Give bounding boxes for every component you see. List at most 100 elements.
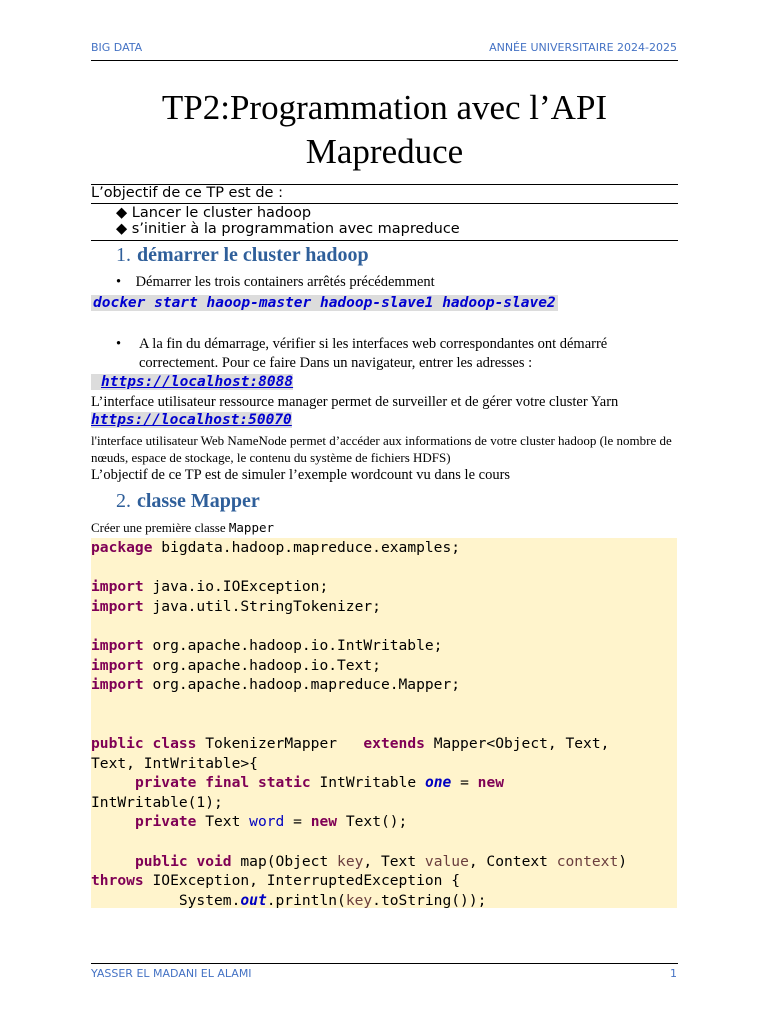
code-token: import [91, 597, 144, 615]
code-token: IntWritable(1); [91, 793, 223, 811]
section-title: démarrer le cluster hadoop [137, 244, 369, 266]
code-token: throws [91, 872, 144, 890]
diamond-bullet-icon: ◆ [116, 205, 132, 221]
bullet-icon: • [116, 336, 122, 352]
code-token: void [196, 852, 232, 870]
objective-intro: L’objectif de ce TP est de : [91, 185, 283, 201]
code-token: out [240, 891, 267, 909]
section-heading-2: 2. classe Mapper [116, 490, 260, 513]
code-token: package [91, 539, 153, 556]
code-token: one [424, 774, 452, 792]
section-number: 1. [116, 244, 131, 266]
code-token: key [345, 891, 373, 909]
code-token: , Context [468, 852, 557, 870]
code-token: public [91, 734, 144, 752]
page-number: 1 [670, 967, 677, 980]
code-token: Mapper<Object, Text, [424, 734, 610, 752]
code-token: final [205, 774, 250, 792]
code-token: .println( [266, 891, 346, 909]
section-title: classe Mapper [137, 490, 260, 512]
code-line: package bigdata.hadoop.mapreduce.example… [91, 538, 677, 558]
code-token: Text [196, 813, 250, 831]
code-token: IOException, InterruptedException { [143, 872, 461, 890]
code-line: public void map(Object key, Text value, … [91, 852, 677, 872]
bullet-text: A la fin du démarrage, vérifier si les i… [139, 336, 608, 371]
bullet-item: • Démarrer les trois containers arrêtés … [116, 274, 435, 291]
bullet-item: • A la fin du démarrage, vérifier si les … [116, 335, 656, 373]
code-line: IntWritable(1); [91, 793, 677, 813]
code-block: package bigdata.hadoop.mapreduce.example… [91, 538, 677, 911]
link1-description: L’interface utilisateur ressource manage… [91, 394, 619, 410]
footer-rule [91, 963, 678, 964]
code-token: public [134, 852, 188, 870]
intro-text: Créer une première classe [91, 520, 229, 535]
objective-item: ◆ Lancer le cluster hadoop [116, 205, 311, 221]
objective-text: s’initier à la programmation avec mapred… [131, 221, 460, 237]
code-line: import org.apache.hadoop.io.IntWritable; [91, 636, 677, 656]
code-token: TokenizerMapper [196, 734, 364, 752]
inline-code: Mapper [228, 520, 275, 535]
code-token: class [152, 734, 197, 752]
code-token: System. [91, 891, 241, 909]
code-token: word [249, 813, 285, 831]
code-token: value [424, 852, 469, 870]
diamond-bullet-icon: ◆ [116, 221, 132, 237]
header-rule [91, 60, 678, 61]
section-number: 2. [116, 490, 131, 512]
code-token: ) [618, 852, 628, 870]
code-token: = [451, 774, 478, 792]
code-token: new [477, 774, 505, 792]
link2-description: l'interface utilisateur Web NameNode per… [91, 433, 672, 465]
header-left: BIG DATA [91, 41, 143, 54]
code-token: import [91, 578, 144, 596]
code-token: import [91, 656, 144, 674]
code-line: Text, IntWritable>{ [91, 754, 677, 774]
objective-item: ◆ s’initier à la programmation avec mapr… [116, 221, 460, 237]
bullet-text: Démarrer les trois containers arrêtés pr… [135, 274, 435, 290]
section-heading-1: 1. démarrer le cluster hadoop [116, 244, 369, 267]
code-line: import java.util.StringTokenizer; [91, 597, 677, 617]
code-token: org.apache.hadoop.io.Text; [143, 656, 381, 674]
document-page: BIG DATA ANNÉE UNIVERSITAIRE 2024-2025 T… [0, 0, 768, 1024]
code-token: java.util.StringTokenizer; [143, 597, 381, 615]
code-token: java.io.IOException; [143, 578, 329, 596]
code-line: private Text word = new Text(); [91, 812, 677, 832]
tp-goal: L’objectif de ce TP est de simuler l’exe… [91, 467, 511, 483]
code-token: context [556, 852, 619, 870]
divider [91, 203, 678, 204]
code-line: import org.apache.hadoop.mapreduce.Mappe… [91, 675, 677, 695]
code-line: import org.apache.hadoop.io.Text; [91, 656, 677, 676]
objective-text: Lancer le cluster hadoop [131, 205, 312, 221]
code-token: , Text [363, 852, 425, 870]
code-token: static [257, 774, 311, 792]
section2-intro: Créer une première classe Mapper [91, 519, 274, 536]
code-token: import [91, 676, 144, 694]
code-line: import java.io.IOException; [91, 577, 677, 597]
code-token: key [337, 852, 364, 870]
code-token: = [284, 813, 311, 831]
link-namenode[interactable]: https://localhost:50070 [91, 412, 292, 428]
code-line: throws IOException, InterruptedException… [91, 871, 677, 891]
docker-command: docker start haoop-master hadoop-slave1 … [91, 295, 558, 311]
footer-author: YASSER EL MADANI EL ALAMI [91, 967, 252, 980]
link-resource-manager[interactable]: https://localhost:8088 [91, 374, 294, 390]
code-token: org.apache.hadoop.io.IntWritable; [143, 636, 443, 654]
code-line: System.out.println(key.toString()); [91, 891, 677, 911]
code-token: import [91, 636, 144, 654]
code-token: new [310, 813, 338, 831]
divider [91, 240, 678, 241]
code-token: IntWritable [310, 774, 425, 792]
code-token: org.apache.hadoop.mapreduce.Mapper; [143, 676, 461, 694]
bullet-icon: • [116, 274, 136, 290]
